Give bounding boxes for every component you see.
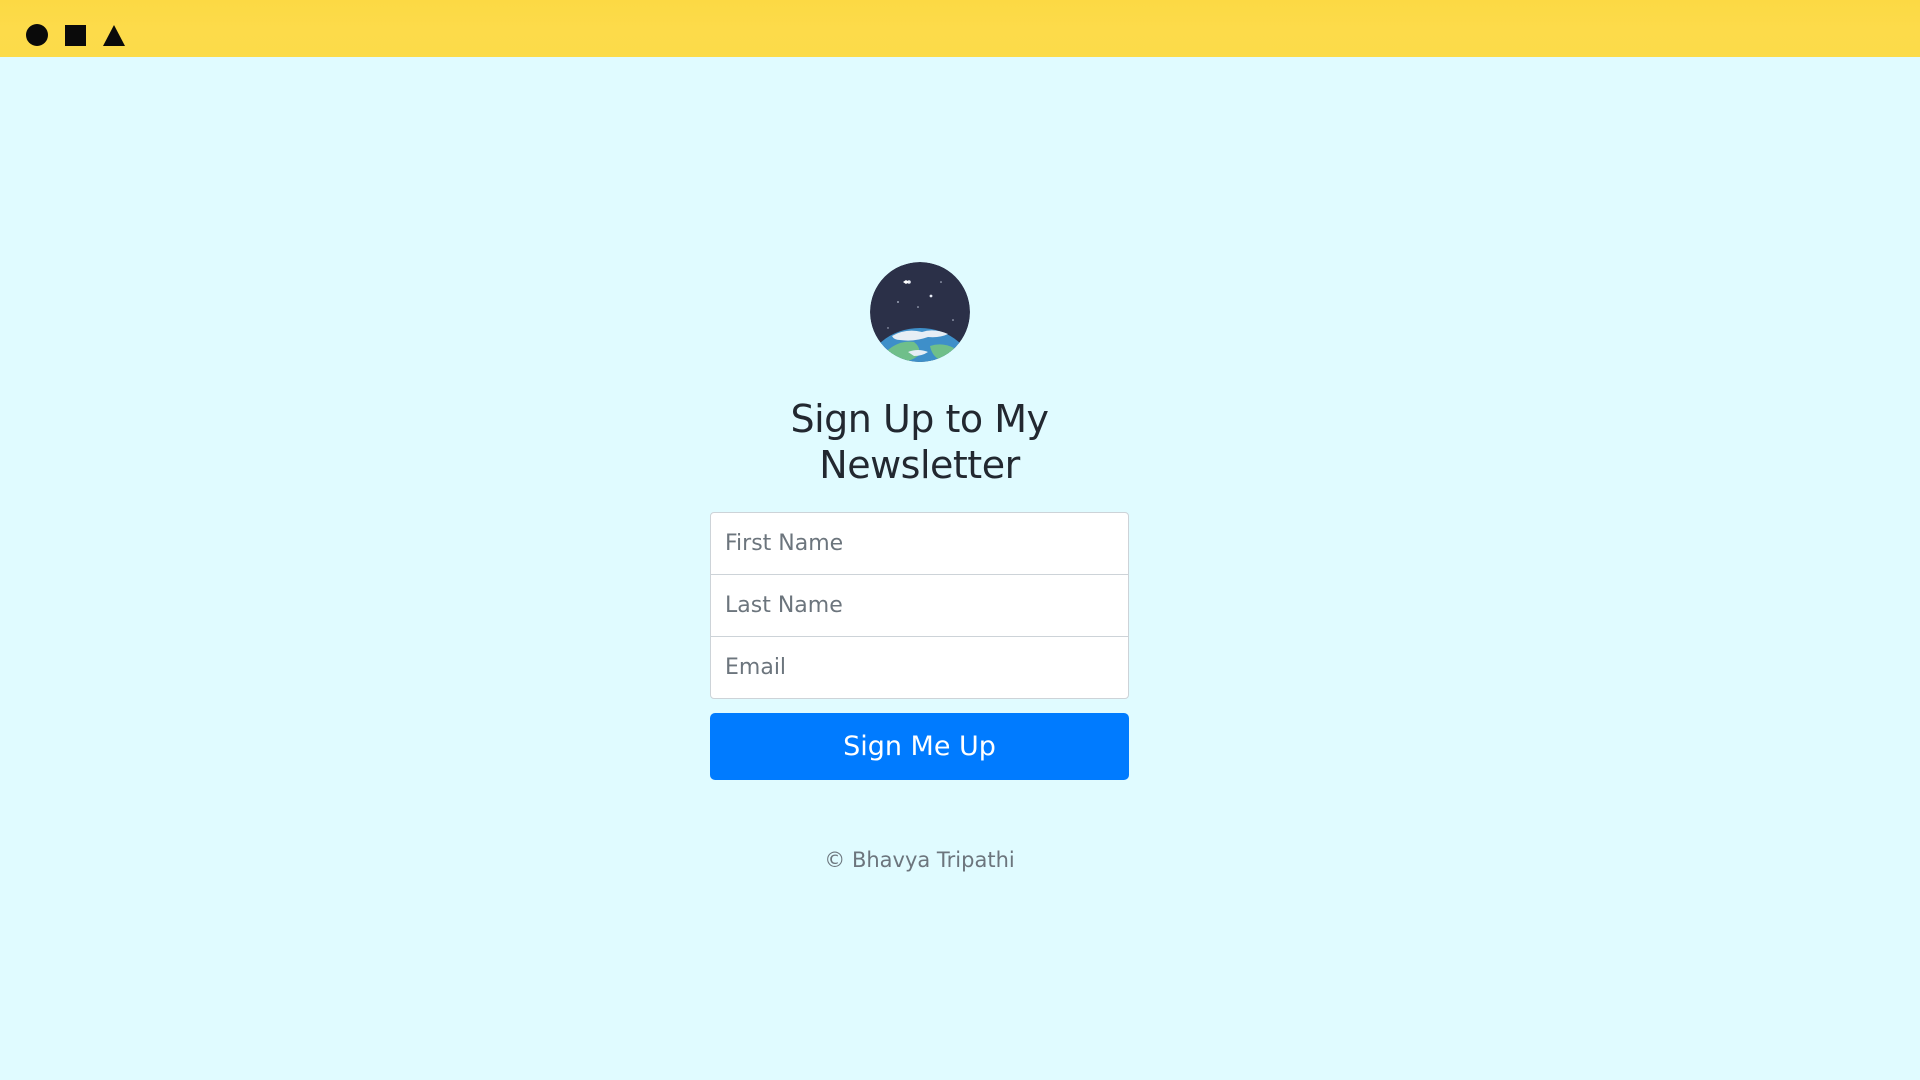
email-input[interactable]	[710, 636, 1129, 699]
signup-form: Sign Me Up	[710, 512, 1129, 780]
signup-container: Sign Up to My Newsletter Sign Me Up © Bh…	[710, 262, 1129, 872]
page-title-line2: Newsletter	[819, 443, 1020, 487]
page-title: Sign Up to My Newsletter	[791, 396, 1049, 488]
top-bar	[0, 0, 1920, 57]
footer-copyright: © Bhavya Tripathi	[824, 848, 1015, 872]
triangle-icon	[103, 24, 125, 46]
page-title-line1: Sign Up to My	[790, 397, 1049, 441]
sign-me-up-button[interactable]: Sign Me Up	[710, 713, 1129, 780]
topbar-shapes	[26, 24, 125, 46]
last-name-input[interactable]	[710, 574, 1129, 637]
earth-space-icon	[869, 262, 970, 362]
circle-icon	[26, 24, 48, 46]
square-icon	[65, 24, 86, 46]
first-name-input[interactable]	[710, 512, 1129, 575]
